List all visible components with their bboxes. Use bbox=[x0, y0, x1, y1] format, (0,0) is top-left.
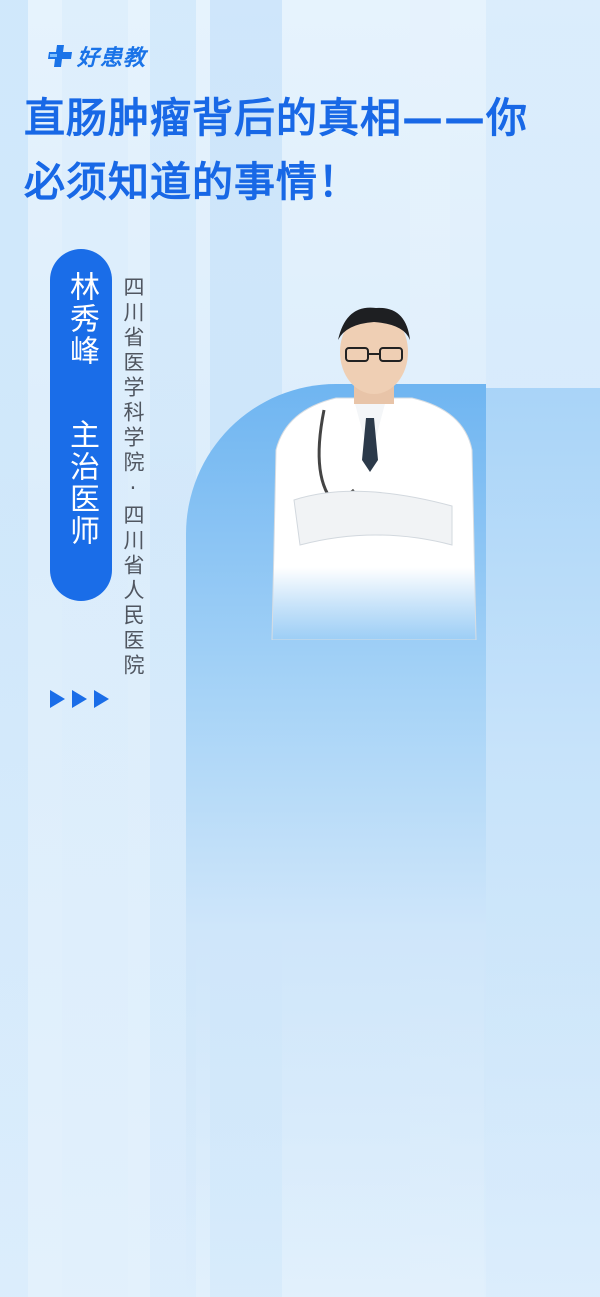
doctor-hospital: 四川省医学科学院·四川省人民医院 bbox=[121, 276, 145, 679]
title-line-2: 必须知道的事情！ bbox=[24, 158, 360, 206]
arrow-decoration bbox=[50, 690, 109, 708]
doctor-portrait bbox=[271, 307, 477, 640]
doctor-name: 林秀峰 bbox=[64, 271, 99, 367]
page-title: 直肠肿瘤背后的真相——你 必须知道的事情！ bbox=[24, 86, 594, 214]
plus-cross-icon bbox=[48, 45, 72, 67]
brand-logo: 好患教 bbox=[46, 40, 146, 72]
triangle-right-icon bbox=[72, 690, 87, 708]
triangle-right-icon bbox=[50, 690, 65, 708]
doctor-title: 主治医师 bbox=[64, 419, 99, 547]
doctor-name-badge: 林秀峰 主治医师 bbox=[50, 249, 112, 601]
brand-name: 好患教 bbox=[77, 46, 147, 71]
title-line-1: 直肠肿瘤背后的真相——你 bbox=[24, 94, 528, 142]
triangle-right-icon bbox=[94, 690, 109, 708]
photo-backdrop-right bbox=[484, 388, 600, 1297]
